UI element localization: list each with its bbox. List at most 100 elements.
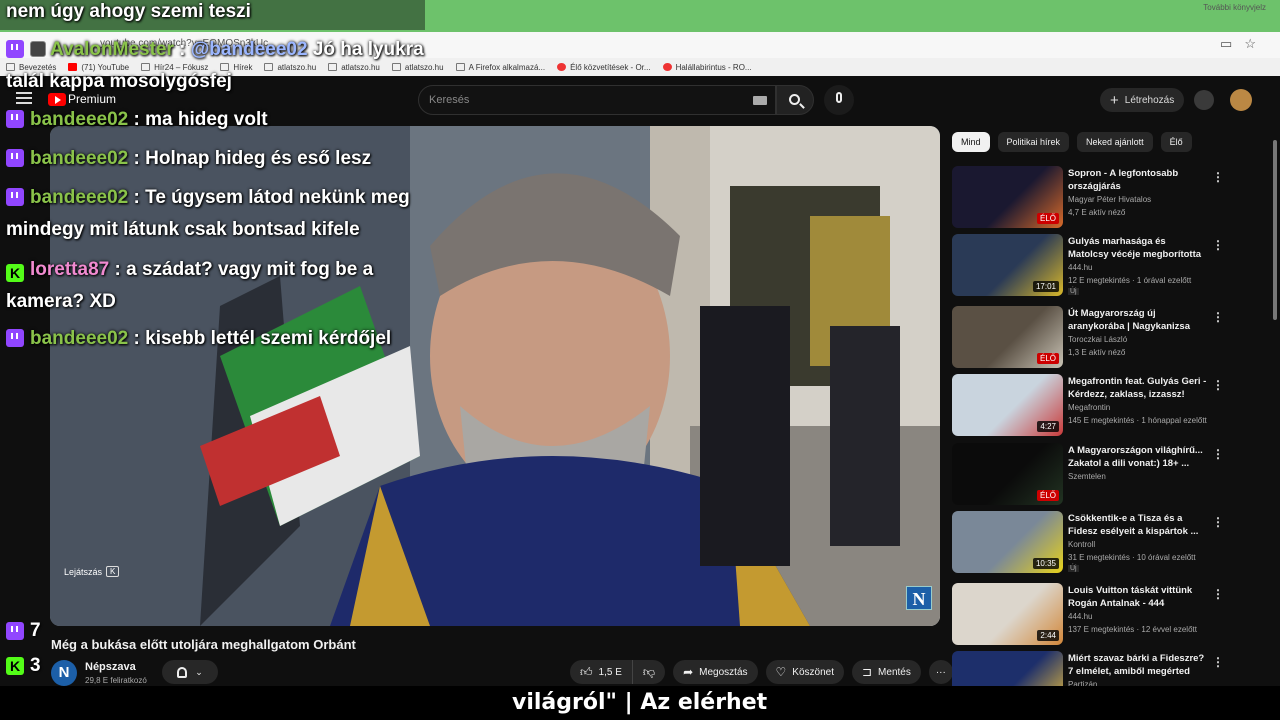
thanks-icon: ♡ (775, 665, 787, 679)
recommendation-title[interactable]: Miért szavaz bárki a Fideszre? 7 elmélet… (1068, 652, 1208, 678)
recommendation-item[interactable]: 17:01 Gulyás marhasága és Matolcsy vécéje… (952, 234, 1262, 296)
recommendation-title[interactable]: A Magyarországon világhírű... Zakatol a … (1068, 444, 1208, 470)
share-button[interactable]: ➦ Megosztás (673, 660, 758, 684)
scrollbar-thumb[interactable] (1273, 140, 1277, 320)
recommendation-channel[interactable]: 444.hu (1068, 263, 1092, 272)
thanks-button[interactable]: ♡ Köszönet (765, 660, 844, 684)
recommendation-title[interactable]: Út Magyarország új aranykorába | Nagykan… (1068, 307, 1208, 333)
recommendation-title[interactable]: Csökkentik-e a Tisza és a Fidesz esélyei… (1068, 512, 1208, 538)
like-button[interactable]: 👍︎ 1,5 E (570, 660, 633, 684)
recommendation-meta: 31 E megtekintés · 10 órával ezelőtt (1068, 553, 1196, 562)
recommendation-item[interactable]: ÉLŐ Út Magyarország új aranykorába | Nagy… (952, 306, 1262, 368)
twitch-icon (6, 188, 24, 206)
keyboard-icon[interactable] (753, 96, 767, 105)
bookmark-star-icon[interactable]: ☆ (1244, 36, 1256, 52)
twitch-icon (6, 149, 24, 167)
account-avatar[interactable] (1230, 89, 1252, 111)
create-button[interactable]: + Létrehozás (1100, 88, 1185, 112)
more-options-icon[interactable]: ⋮ (1212, 310, 1224, 324)
twitch-viewer-count: 7 (6, 620, 41, 642)
more-options-icon[interactable]: ⋮ (1212, 170, 1224, 184)
chat-message: AvalonMester : @bandeee02 Jó ha lyukra t… (6, 34, 426, 98)
more-options-icon[interactable]: ⋮ (1212, 655, 1224, 669)
ticker-text: világról" | Az elérhet (512, 690, 768, 715)
video-thumbnail[interactable]: ÉLŐ (952, 443, 1063, 505)
recommendation-channel[interactable]: 444.hu (1068, 612, 1092, 621)
address-bar-icons: ▭ ☆ (1220, 36, 1256, 52)
voice-search-button[interactable] (824, 85, 854, 115)
chat-username: AvalonMester (50, 39, 174, 60)
bookmark-label: Halállabirintus - RO... (675, 62, 752, 72)
thumbs-down-icon: 👎︎ (642, 664, 656, 679)
more-options-icon[interactable]: ⋮ (1212, 447, 1224, 461)
folder-icon (557, 63, 567, 71)
duration-badge: 2:44 (1037, 630, 1059, 641)
more-options-icon[interactable]: ⋮ (1212, 515, 1224, 529)
recommendation-meta: 12 E megtekintés · 1 órával ezelőtt (1068, 276, 1192, 285)
more-options-icon[interactable]: ⋮ (1212, 238, 1224, 252)
save-icon: ⊐ (861, 665, 873, 679)
video-thumbnail[interactable]: 17:01 (952, 234, 1063, 296)
recommendation-channel[interactable]: Megafrontin (1068, 403, 1110, 412)
plus-icon: + (1110, 91, 1119, 109)
recommendation-title[interactable]: Megafrontin feat. Gulyás Geri - Kérdezz,… (1068, 375, 1208, 401)
bookmark-item[interactable]: Élő közvetítések - Or... (557, 62, 651, 72)
bookmark-label: Élő közvetítések - Or... (570, 62, 651, 72)
bell-icon (177, 666, 188, 678)
reader-view-icon[interactable]: ▭ (1220, 36, 1232, 52)
video-thumbnail[interactable]: ÉLŐ (952, 306, 1063, 368)
recommendation-channel[interactable]: Szemtelen (1068, 472, 1106, 481)
dislike-button[interactable]: 👎︎ (632, 660, 666, 684)
bookmark-label: A Firefox alkalmazá... (468, 62, 546, 72)
recommendation-title[interactable]: Sopron - A legfontosabb országjárás (1068, 167, 1208, 193)
bookmark-item[interactable]: A Firefox alkalmazá... (455, 62, 546, 72)
channel-watermark[interactable]: N (906, 586, 932, 610)
video-thumbnail[interactable]: ÉLŐ (952, 166, 1063, 228)
news-ticker: világról" | Az elérhet (0, 686, 1280, 720)
recommendation-item[interactable]: 4:27 Megafrontin feat. Gulyás Geri - Kérd… (952, 374, 1262, 436)
recommendation-title[interactable]: Gulyás marhasága és Matolcsy vécéje megb… (1068, 235, 1208, 261)
chat-mention: @bandeee02 (190, 39, 308, 60)
recommendation-item[interactable]: ÉLŐ A Magyarországon világhírű... Zakatol… (952, 443, 1262, 505)
play-tooltip: Lejátszás K (64, 566, 120, 577)
more-options-icon[interactable]: ⋮ (1212, 378, 1224, 392)
video-title: Még a bukása előtt utoljára meghallgatom… (51, 637, 356, 652)
recommendation-item[interactable]: ÉLŐ Sopron - A legfontosabb országjárás Ma… (952, 166, 1262, 228)
share-label: Megosztás (699, 666, 748, 678)
filter-chip[interactable]: Neked ajánlott (1077, 132, 1153, 152)
save-label: Mentés (878, 666, 911, 678)
video-thumbnail[interactable]: 2:44 (952, 583, 1063, 645)
microphone-icon (836, 92, 842, 103)
filter-chip[interactable]: Élő (1160, 132, 1192, 152)
recommendation-channel[interactable]: Toroczkai László (1068, 335, 1127, 344)
notifications-icon[interactable] (1194, 90, 1214, 110)
recommendation-channel[interactable]: Magyar Péter Hivatalos (1068, 195, 1151, 204)
new-badge: Új (1068, 288, 1079, 295)
recommendation-title[interactable]: Louis Vuitton táskát vittünk Rogán Antal… (1068, 584, 1208, 610)
channel-avatar[interactable]: N (51, 660, 77, 686)
kick-viewers: 3 (30, 655, 41, 676)
search-input[interactable]: Keresés (418, 85, 776, 115)
chat-top-line: nem úgy ahogy szemi teszi (6, 1, 251, 22)
search-button[interactable] (776, 85, 814, 115)
duration-badge: 10:35 (1032, 558, 1059, 569)
chat-separator: : (128, 148, 146, 169)
more-actions-button[interactable]: ··· (928, 660, 953, 684)
filter-chip[interactable]: Mind (952, 132, 990, 152)
other-bookmarks[interactable]: További könyvjelz (1203, 3, 1266, 12)
recommendation-item[interactable]: 10:35 Csökkentik-e a Tisza és a Fidesz es… (952, 511, 1262, 573)
video-thumbnail[interactable]: 4:27 (952, 374, 1063, 436)
save-button[interactable]: ⊐ Mentés (851, 660, 921, 684)
video-thumbnail[interactable]: 10:35 (952, 511, 1063, 573)
recommendation-channel[interactable]: Kontroll (1068, 540, 1095, 549)
more-options-icon[interactable]: ⋮ (1212, 587, 1224, 601)
chat-text: ma hideg volt (145, 109, 268, 130)
channel-name[interactable]: Népszava (85, 661, 136, 673)
create-label: Létrehozás (1124, 94, 1175, 106)
subscribed-notifications-button[interactable]: ⌄ (162, 660, 218, 684)
recommendation-item[interactable]: 2:44 Louis Vuitton táskát vittünk Rogán A… (952, 583, 1262, 645)
chat-separator: : (109, 259, 127, 280)
bookmark-item[interactable]: Halállabirintus - RO... (662, 62, 752, 72)
chat-username: loretta87 (30, 259, 110, 280)
filter-chip[interactable]: Politikai hírek (997, 132, 1070, 152)
